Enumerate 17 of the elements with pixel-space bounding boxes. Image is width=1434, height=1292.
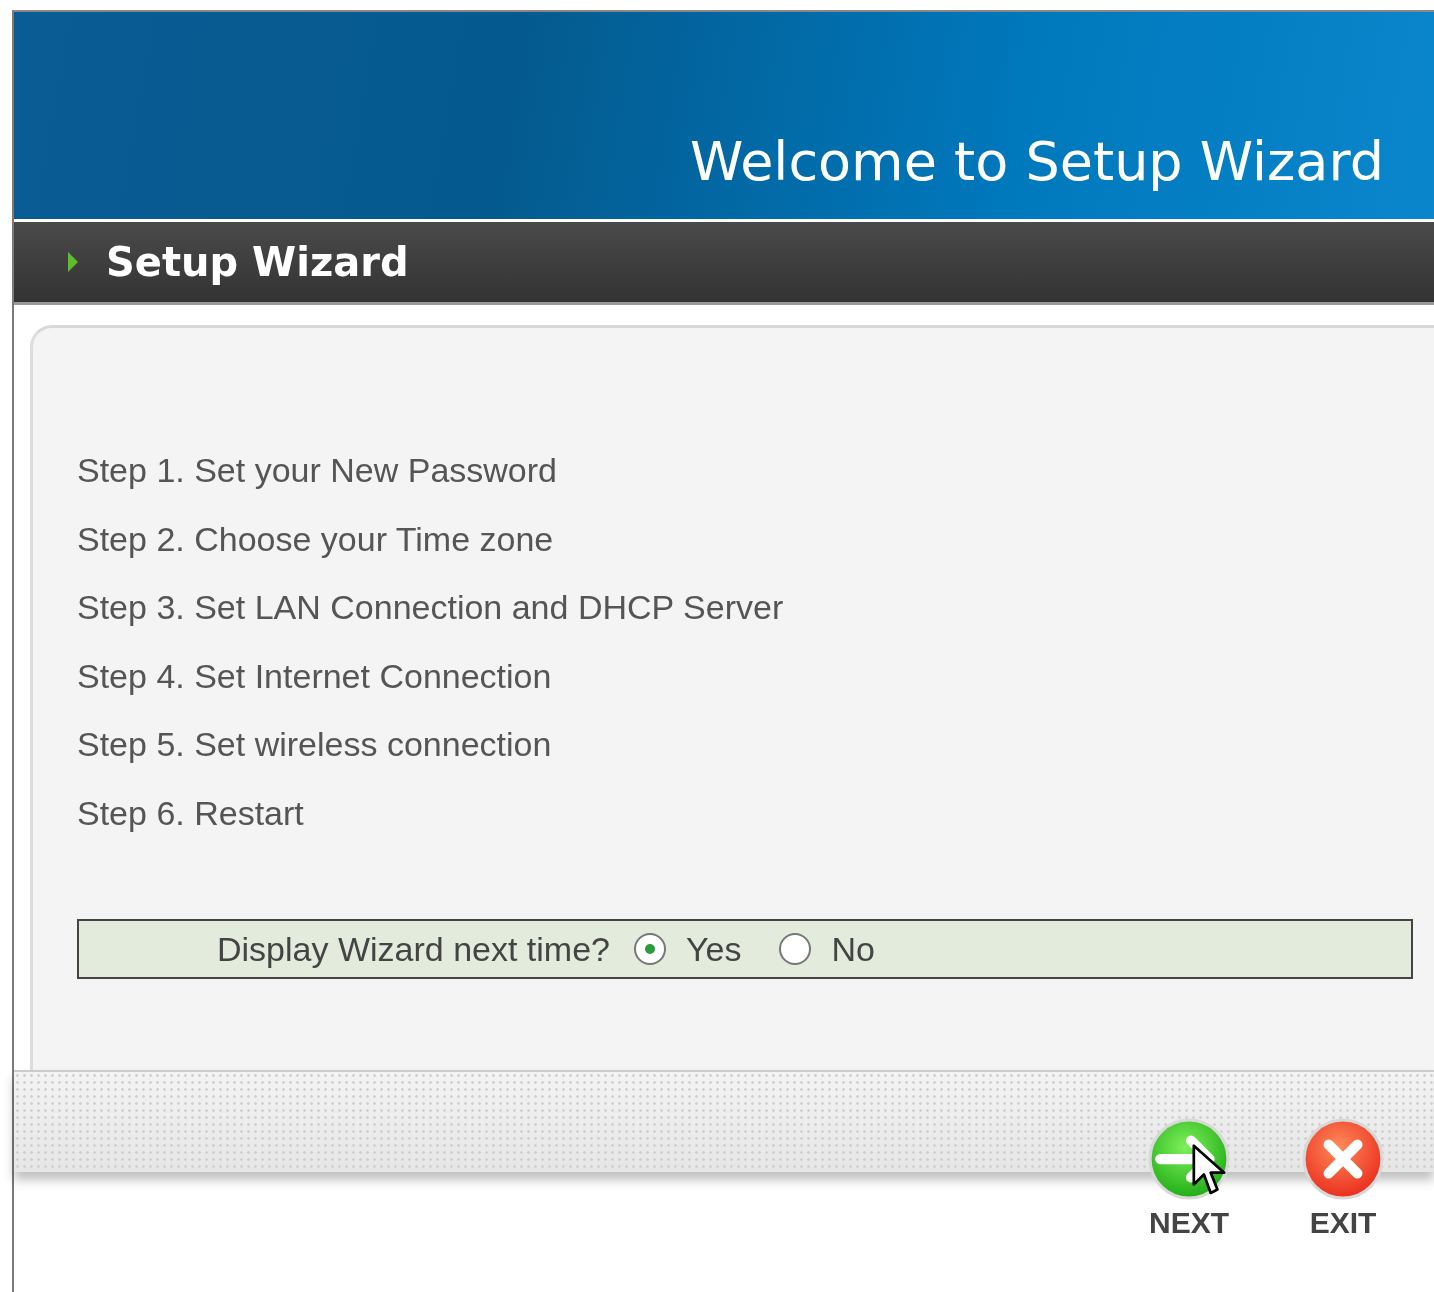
- step-text: Step 2. Choose your Time zone: [77, 518, 555, 560]
- radio-button[interactable]: [634, 933, 666, 965]
- button-label[interactable]: EXIT: [1309, 1206, 1377, 1240]
- banner-title: Welcome to Setup Wizard: [689, 130, 1384, 193]
- prompt-label: Display Wizard next time?: [217, 929, 610, 969]
- step-text: Step 1. Set your New Password: [77, 450, 558, 491]
- button-label[interactable]: NEXT: [1149, 1206, 1229, 1240]
- section-title: Setup Wizard: [106, 239, 409, 285]
- triangle-icon: [68, 252, 78, 272]
- radio-button[interactable]: [779, 933, 812, 965]
- step-text: Step 4. Set Internet Connection: [77, 655, 553, 697]
- step-text: Step 6. Restart: [77, 792, 305, 834]
- close-icon[interactable]: [1302, 1118, 1384, 1200]
- step-text: Step 3. Set LAN Connection and DHCP Server: [77, 587, 785, 628]
- step-text: Step 5. Set wireless connection: [77, 724, 553, 765]
- radio-label: No: [831, 929, 875, 969]
- radio-label: Yes: [686, 929, 742, 969]
